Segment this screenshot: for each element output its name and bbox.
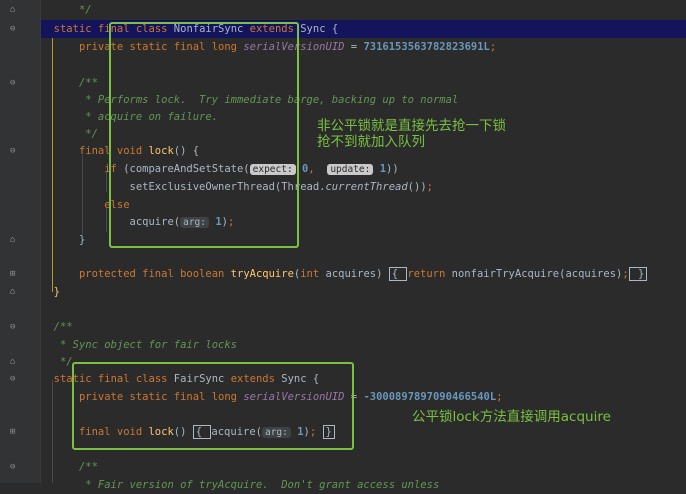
parameter-hint: update: [327,164,374,175]
fold-icon[interactable]: ⊖ [10,374,15,384]
fold-icon[interactable]: ⊖ [10,462,15,472]
code-line[interactable]: /** [41,318,686,336]
nonfair-annotation: 非公平锁就是直接先去抢一下锁 抢不到就加入队列 [317,118,506,150]
fold-icon[interactable]: ⊖ [10,322,15,332]
code-token: * Fair version of tryAcquire. Don't gran… [53,479,440,491]
fold-icon[interactable]: ⌂ [10,357,15,367]
fold-icon[interactable]: ⊞ [10,269,15,279]
code-token: -3000897897090466540L [363,391,497,403]
code-token: static [53,23,98,35]
nonfair-lock-highlight-box [109,22,299,248]
code-token: /** [53,461,98,473]
code-token: ; [426,181,433,193]
code-token: } [53,286,60,298]
code-token: */ [53,4,92,16]
code-token: 7316153563782823691L [363,41,490,53]
code-token: } [628,267,648,281]
code-token: int [300,268,326,280]
code-token: tryAcquire [230,268,294,280]
code-token: currentThread [325,181,408,193]
fold-icon[interactable]: ⊖ [10,78,15,88]
code-line[interactable]: /** [41,458,686,476]
code-token: ; [489,41,497,53]
code-token: ; [496,391,503,403]
code-line[interactable]: * Fair version of tryAcquire. Don't gran… [41,476,686,494]
fair-annotation: 公平锁lock方法直接调用acquire [412,409,611,425]
code-token: { [388,267,408,281]
code-token: protected final boolean [53,268,231,280]
code-token: /** [53,77,98,89]
code-token: /** [53,321,73,333]
code-token: Sync { [300,23,339,35]
code-token: } [53,234,86,246]
code-line[interactable]: * Sync object for fair locks [41,336,686,354]
code-token: acquires) [325,268,389,280]
code-token: return [407,268,452,280]
line-gutter [0,0,40,483]
code-token: nonfairTryAcquire(acquires) [451,268,623,280]
code-token: * Sync object for fair locks [53,339,237,351]
fold-icon[interactable]: ⌂ [10,287,15,297]
code-line[interactable]: } [41,283,686,301]
code-token: */ [53,128,98,140]
fold-icon[interactable]: ⌂ [10,5,15,15]
code-token: = [344,41,364,53]
code-token: ()) [407,181,427,193]
code-line[interactable]: protected final boolean tryAcquire(int a… [41,265,686,283]
code-line[interactable]: */ [41,1,686,19]
code-token: */ [53,356,73,368]
fair-lock-highlight-box [72,362,354,450]
fold-icon[interactable]: ⊞ [10,427,15,437]
code-token: , [308,163,328,175]
fold-icon[interactable]: ⌂ [10,235,15,245]
fold-icon[interactable]: ⊖ [10,24,15,34]
code-token: ; [622,268,629,280]
code-token: )) [386,163,399,175]
fold-icon[interactable]: ⊖ [10,146,15,156]
